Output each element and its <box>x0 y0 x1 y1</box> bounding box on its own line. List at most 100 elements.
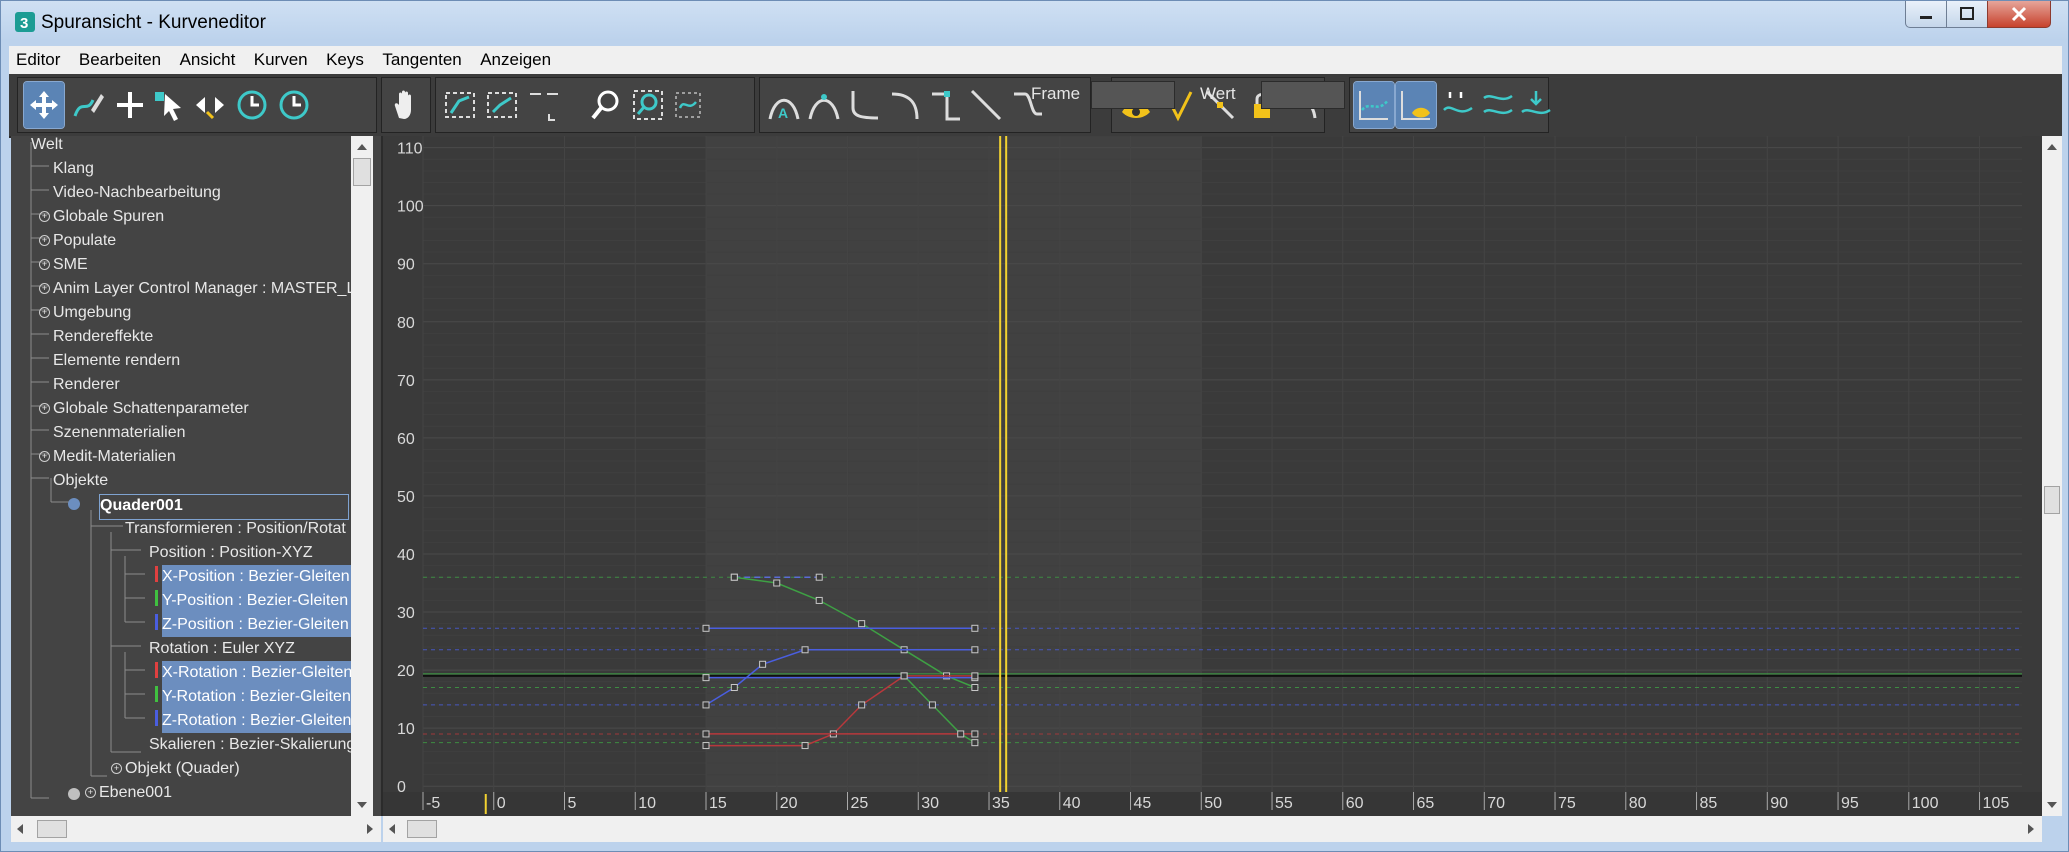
lock-selection-button[interactable] <box>1478 82 1518 128</box>
tree-item-video-nachbearbeitung[interactable]: Video-Nachbearbeitung <box>53 181 221 205</box>
expand-icon[interactable]: + <box>39 451 50 463</box>
pan-button[interactable] <box>386 82 426 128</box>
tree-item-rendereffekte[interactable]: Rendereffekte <box>53 325 153 349</box>
expand-icon[interactable]: + <box>39 211 50 223</box>
close-button[interactable] <box>1987 1 2051 28</box>
x-tick-label: 15 <box>709 795 727 812</box>
tangent-auto-button[interactable]: A <box>764 82 804 128</box>
tree-item-label: Medit-Materialien <box>53 448 176 465</box>
menu-ansicht[interactable]: Ansicht <box>173 46 243 74</box>
tree-item-globale-spuren[interactable]: + Globale Spuren <box>39 205 164 229</box>
graph-scroll-thumb[interactable] <box>2044 486 2060 514</box>
expand-icon[interactable]: + <box>39 307 50 319</box>
tangent-step-button[interactable] <box>926 82 966 128</box>
select-keys-button[interactable] <box>150 82 190 128</box>
y-tick-label: 30 <box>397 605 415 622</box>
isolate-curve-button[interactable] <box>668 82 708 128</box>
tree-item-sme[interactable]: + SME <box>39 253 88 277</box>
tree-hscroll-thumb[interactable] <box>37 820 67 838</box>
tree-item-y-position[interactable]: Y-Position : Bezier-Gleiten <box>162 589 351 613</box>
tangent-custom-button[interactable] <box>804 82 844 128</box>
x-tick-label: -5 <box>426 795 440 812</box>
tree-item-transformieren[interactable]: Transformieren : Position/Rotat <box>125 517 351 541</box>
tree-item-objekt-quader[interactable]: + Objekt (Quader) <box>111 757 240 781</box>
zoom-button[interactable] <box>586 82 626 128</box>
tree-item-z-rotation[interactable]: Z-Rotation : Bezier-Gleiten <box>162 709 351 733</box>
tree-item-skalieren[interactable]: Skalieren : Bezier-Skalierung <box>149 733 351 757</box>
tree-item-rotation[interactable]: Rotation : Euler XYZ <box>149 637 295 661</box>
tree-item-z-position[interactable]: Z-Position : Bezier-Gleiten <box>162 613 351 637</box>
draw-curves-button[interactable] <box>68 82 108 128</box>
expand-icon[interactable]: + <box>39 235 50 247</box>
scale-keys-time-button[interactable] <box>232 82 272 128</box>
menu-kurven[interactable]: Kurven <box>247 46 315 74</box>
tree-item-x-position[interactable]: X-Position : Bezier-Gleiten <box>162 565 351 589</box>
tangent-linear-button[interactable] <box>966 82 1006 128</box>
menu-tangenten[interactable]: Tangenten <box>375 46 468 74</box>
move-keys-button[interactable] <box>23 81 65 129</box>
key-point <box>858 620 866 628</box>
minimize-button[interactable] <box>1905 1 1947 28</box>
tangent-slow-button[interactable] <box>886 82 926 128</box>
expand-icon[interactable]: + <box>39 283 50 295</box>
key-point <box>971 730 979 738</box>
tree-item-welt[interactable]: Welt <box>31 133 63 157</box>
tree-item-ebene001[interactable]: + Ebene001 <box>85 781 172 805</box>
expand-icon[interactable]: + <box>39 403 50 415</box>
tree-item-umgebung[interactable]: + Umgebung <box>39 301 131 325</box>
menu-bearbeiten[interactable]: Bearbeiten <box>72 46 168 74</box>
tree-item-renderer[interactable]: Renderer <box>53 373 120 397</box>
tree-item-elemente-rendern[interactable]: Elemente rendern <box>53 349 180 373</box>
tree-item-klang[interactable]: Klang <box>53 157 94 181</box>
slide-keys-button[interactable] <box>190 82 230 128</box>
key-point <box>773 579 781 587</box>
graph-vertical-scrollbar[interactable] <box>2042 136 2062 816</box>
tree-item-szenenmaterialien[interactable]: Szenenmaterialien <box>53 421 186 445</box>
frame-value-button[interactable] <box>482 82 522 128</box>
normalize-button[interactable] <box>1516 82 1556 128</box>
scale-values-button[interactable] <box>274 82 314 128</box>
tangent-slow-icon <box>891 92 919 120</box>
expand-icon[interactable]: + <box>39 259 50 271</box>
key-point <box>971 672 979 680</box>
graph-hscroll-thumb[interactable] <box>407 820 437 838</box>
frame-selection-button[interactable] <box>524 82 564 128</box>
tree-item-objekte[interactable]: Objekte <box>53 469 108 493</box>
curve-chart[interactable]: 0102030405060708090100110-5 0 5 10 15 20 25 30 3… <box>383 135 2042 816</box>
tree-item-position[interactable]: Position : Position-XYZ <box>149 541 313 565</box>
tree-vertical-scrollbar[interactable] <box>351 136 373 816</box>
tangent-custom-icon <box>808 94 840 120</box>
show-all-tangents-button[interactable] <box>1395 81 1437 129</box>
tree-item-y-rotation[interactable]: Y-Rotation : Bezier-Gleiten <box>162 685 351 709</box>
zoom-region-button[interactable] <box>628 82 668 128</box>
value-input[interactable] <box>1261 81 1345 109</box>
menu-anzeigen[interactable]: Anzeigen <box>473 46 558 74</box>
title-bar[interactable]: 3 Spuransicht - Kurveneditor <box>1 1 2068 41</box>
snap-frames-button[interactable] <box>1438 82 1478 128</box>
frame-input[interactable] <box>1091 81 1175 109</box>
maximize-button[interactable] <box>1946 1 1988 28</box>
expand-icon[interactable]: + <box>111 763 122 775</box>
pan-group <box>381 77 431 133</box>
expand-icon[interactable]: + <box>85 787 96 799</box>
tangent-fast-button[interactable] <box>844 82 884 128</box>
move-keys-icon <box>30 91 58 119</box>
menu-editor[interactable]: Editor <box>9 46 67 74</box>
tree-item-x-rotation[interactable]: X-Rotation : Bezier-Gleiten <box>162 661 351 685</box>
key-tools-group <box>17 77 377 133</box>
key-point <box>971 739 979 747</box>
frame-horizontal-button[interactable] <box>440 82 480 128</box>
tree-horizontal-scrollbar[interactable] <box>11 816 381 842</box>
tree-item-globale-schattenparameter[interactable]: + Globale Schattenparameter <box>39 397 249 421</box>
x-tick-label: 105 <box>1983 795 2010 812</box>
graph-horizontal-scrollbar[interactable] <box>383 816 2042 842</box>
insert-keys-button[interactable] <box>110 82 150 128</box>
menu-keys[interactable]: Keys <box>319 46 371 74</box>
tree-item-anim-layer-control[interactable]: + Anim Layer Control Manager : MASTER_L <box>39 277 351 301</box>
show-keys-button[interactable] <box>1353 81 1395 129</box>
y-tick-label: 50 <box>397 489 415 506</box>
tree-scroll-thumb[interactable] <box>353 158 371 186</box>
tree-item-populate[interactable]: + Populate <box>39 229 116 253</box>
curve-graph[interactable]: 0 10 20 30 40 50 60 70 80 90 100 110 -5 0 5 10 15 20 25 30 3… <box>383 135 2042 816</box>
tree-item-medit-materialien[interactable]: + Medit-Materialien <box>39 445 176 469</box>
